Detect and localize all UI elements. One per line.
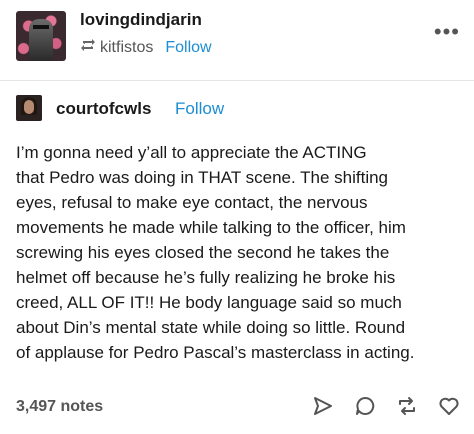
avatar-visor bbox=[33, 25, 49, 29]
author-avatar[interactable] bbox=[16, 95, 42, 121]
post-line: I’m gonna need y’all to appreciate the A… bbox=[16, 143, 367, 162]
reply-icon[interactable] bbox=[354, 395, 376, 417]
post-line: movements he made while talking to the o… bbox=[16, 218, 406, 237]
post-line: of applause for Pedro Pascal’s mastercla… bbox=[16, 343, 415, 362]
post-line: screwing his eyes closed the second he t… bbox=[16, 243, 390, 262]
like-icon[interactable] bbox=[438, 395, 460, 417]
reblog-icon-small bbox=[80, 38, 96, 57]
follow-author-button[interactable]: Follow bbox=[175, 99, 224, 119]
post-line: eyes, refusal to make eye contact, the n… bbox=[16, 193, 368, 212]
post-line: about Din’s mental state while doing so … bbox=[16, 318, 406, 337]
more-options-icon[interactable]: ••• bbox=[434, 21, 460, 43]
notes-count[interactable]: 3,497 notes bbox=[16, 398, 103, 416]
post-actions bbox=[312, 395, 460, 417]
reblogged-from-username[interactable]: kitfistos bbox=[100, 39, 153, 57]
reblogger-username[interactable]: lovingdindjarin bbox=[80, 10, 202, 30]
post-line: that Pedro was doing in THAT scene. The … bbox=[16, 168, 389, 187]
reblog-source-row: kitfistos Follow bbox=[80, 38, 212, 57]
follow-button[interactable]: Follow bbox=[165, 39, 211, 57]
divider bbox=[0, 80, 474, 81]
avatar[interactable] bbox=[16, 11, 66, 61]
post-body: I’m gonna need y’all to appreciate the A… bbox=[16, 140, 464, 365]
post-line: helmet off because he’s fully realizing … bbox=[16, 268, 396, 287]
reblog-icon[interactable] bbox=[396, 395, 418, 417]
author-username[interactable]: courtofcwls bbox=[56, 99, 151, 119]
share-icon[interactable] bbox=[312, 395, 334, 417]
avatar-face bbox=[24, 100, 34, 114]
post-line: creed, ALL OF IT!! He body language said… bbox=[16, 293, 402, 312]
